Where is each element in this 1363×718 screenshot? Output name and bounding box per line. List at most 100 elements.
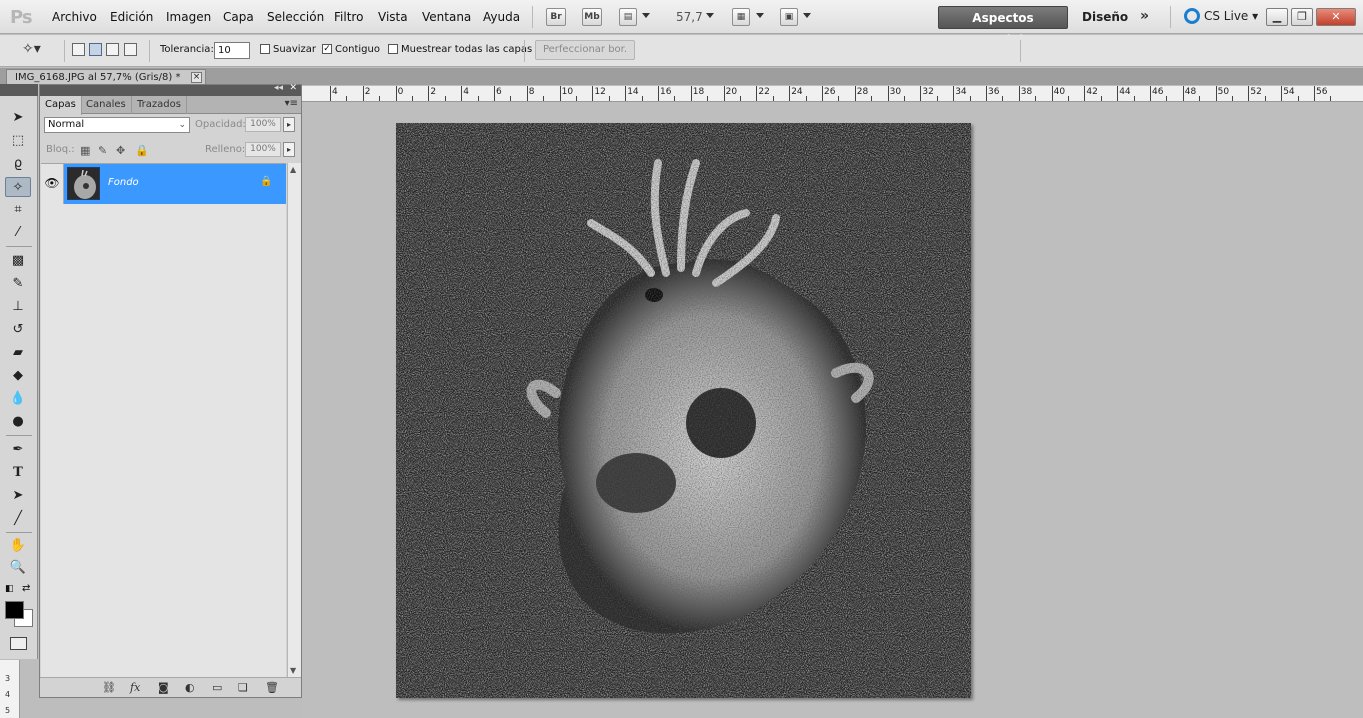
layer-style-icon[interactable]: fx [130,681,140,694]
history-brush-icon[interactable]: ↺ [5,320,31,340]
chevron-down-icon[interactable] [642,13,650,18]
tab-trazados[interactable]: Trazados [132,96,187,114]
brush-icon[interactable]: ✎ [5,274,31,294]
chevron-down-icon[interactable] [706,13,714,18]
healing-icon[interactable]: ▩ [5,251,31,271]
bucket-icon[interactable]: ◆ [5,366,31,386]
lasso-icon[interactable]: ϱ [5,154,31,174]
quick-select-icon[interactable]: ✧ [5,177,31,197]
scroll-up-icon[interactable]: ▲ [290,165,296,174]
layer-mask-icon[interactable]: ◙ [158,681,169,694]
chevron-down-icon[interactable] [756,13,764,18]
ruler-tick [953,86,955,101]
minibridge-button[interactable]: Mb [582,8,602,26]
restore-button[interactable]: ❐ [1291,8,1313,26]
cs-live-button[interactable]: CS Live ▾ [1184,8,1258,24]
ruler-tick [444,96,446,101]
tab-capas[interactable]: Capas [40,96,82,115]
menu-archivo[interactable]: Archivo [52,10,97,24]
add-selection-mode-icon[interactable] [89,43,102,56]
path-select-icon[interactable]: ➤ [5,486,31,506]
layer-body[interactable]: Fondo 🔒 [64,164,286,204]
minimize-button[interactable]: ▁ [1266,8,1288,26]
chevron-down-icon[interactable] [803,13,811,18]
workspace-more-icon[interactable]: » [1140,8,1149,24]
adjustment-layer-icon[interactable]: ◐ [185,681,195,694]
new-layer-icon[interactable]: ❏ [238,681,248,694]
zoom-icon[interactable]: 🔍 [5,558,31,578]
menu-edicion[interactable]: Edición [110,10,153,24]
scroll-down-icon[interactable]: ▼ [290,666,296,675]
ruler-label: 52 [1250,87,1262,97]
crop-icon[interactable]: ⌗ [5,200,31,220]
delete-layer-icon[interactable]: 🗑 [265,681,279,694]
move-icon[interactable]: ➤ [5,108,31,128]
blend-mode-select[interactable]: Normal ⌄ [44,117,190,133]
arrange-documents-icon[interactable]: ▦ [732,8,750,26]
eraser-icon[interactable]: ▰ [5,343,31,363]
layer-row[interactable]: 👁 Fondo 🔒 [41,164,286,204]
type-icon[interactable]: T [5,463,31,483]
workspace-design-button[interactable]: Diseño [1082,10,1128,24]
new-selection-mode-icon[interactable] [72,43,85,56]
menu-filtro[interactable]: Filtro [334,10,363,24]
fill-arrow-icon[interactable]: ▸ [283,142,295,157]
quick-mask-icon[interactable] [10,637,27,650]
panel-menu-icon[interactable]: ▾≡ [285,98,298,109]
ruler-tick [1297,96,1299,101]
lock-transparency-icon[interactable]: ▦ [80,144,90,157]
tools-panel-header[interactable] [0,84,38,96]
bridge-button[interactable]: Br [546,8,566,26]
tolerance-input[interactable] [214,42,250,59]
menu-seleccion[interactable]: Selección [267,10,324,24]
lock-all-icon[interactable]: 🔒 [135,144,149,157]
subtract-selection-mode-icon[interactable] [106,43,119,56]
intersect-selection-mode-icon[interactable] [124,43,137,56]
fill-input[interactable]: 100% [245,142,281,157]
antialias-checkbox[interactable] [260,44,270,54]
link-layers-icon[interactable]: ⛓ [102,681,116,694]
menu-ventana[interactable]: Ventana [422,10,471,24]
menu-vista[interactable]: Vista [378,10,408,24]
sample-all-layers-checkbox[interactable] [388,44,398,54]
menu-imagen[interactable]: Imagen [166,10,211,24]
contiguous-checkbox[interactable]: ✓ [322,44,332,54]
swap-colors-icon[interactable]: ⇄ [22,583,30,594]
default-colors-icon[interactable]: ◧ [5,584,14,594]
ruler-tick [559,86,561,101]
eye-icon[interactable]: 👁 [41,164,64,204]
canvas-area[interactable] [302,103,1363,718]
marquee-icon[interactable]: ⬚ [5,131,31,151]
line-icon[interactable]: ╱ [5,509,31,529]
document-image[interactable] [396,123,971,698]
foreground-color-swatch[interactable] [5,601,24,619]
layers-panel-header[interactable]: ◂◂ ✕ [40,83,301,96]
menu-capa[interactable]: Capa [223,10,254,24]
lock-position-icon[interactable]: ✥ [116,144,125,157]
tab-canales[interactable]: Canales [81,96,132,114]
screen-mode-icon[interactable]: ▣ [780,8,798,26]
opacity-arrow-icon[interactable]: ▸ [283,117,295,132]
hand-icon[interactable]: ✋ [5,536,31,556]
pen-icon[interactable]: ✒ [5,440,31,460]
quick-select-preset-icon[interactable]: ✧▾ [22,41,41,57]
blur-icon[interactable]: 💧 [5,389,31,409]
opacity-input[interactable]: 100% [245,117,281,132]
layer-name[interactable]: Fondo [108,177,139,188]
workspace-essentials-button[interactable]: Aspectos esenciales [938,6,1068,47]
close-icon[interactable]: × [191,72,202,83]
new-group-icon[interactable]: ▭ [212,681,222,694]
collapse-icon[interactable]: ◂◂ [274,83,283,93]
document-tab[interactable]: IMG_6168.JPG al 57,7% (Gris/8) * × [6,69,206,85]
lock-pixels-icon[interactable]: ✎ [98,144,107,157]
dodge-icon[interactable]: ● [5,412,31,432]
close-icon[interactable]: ✕ [289,83,297,93]
refine-edge-button[interactable]: Perfeccionar bor. [535,40,635,60]
stamp-icon[interactable]: ⊥ [5,297,31,317]
extras-icon[interactable]: ▤ [619,8,637,26]
zoom-level[interactable]: 57,7 [676,10,703,24]
close-window-button[interactable]: ✕ [1316,8,1356,26]
eyedropper-icon[interactable]: ⁄ [5,223,31,243]
layers-scrollbar[interactable]: ▲ ▼ [287,163,301,677]
menu-ayuda[interactable]: Ayuda [483,10,520,24]
